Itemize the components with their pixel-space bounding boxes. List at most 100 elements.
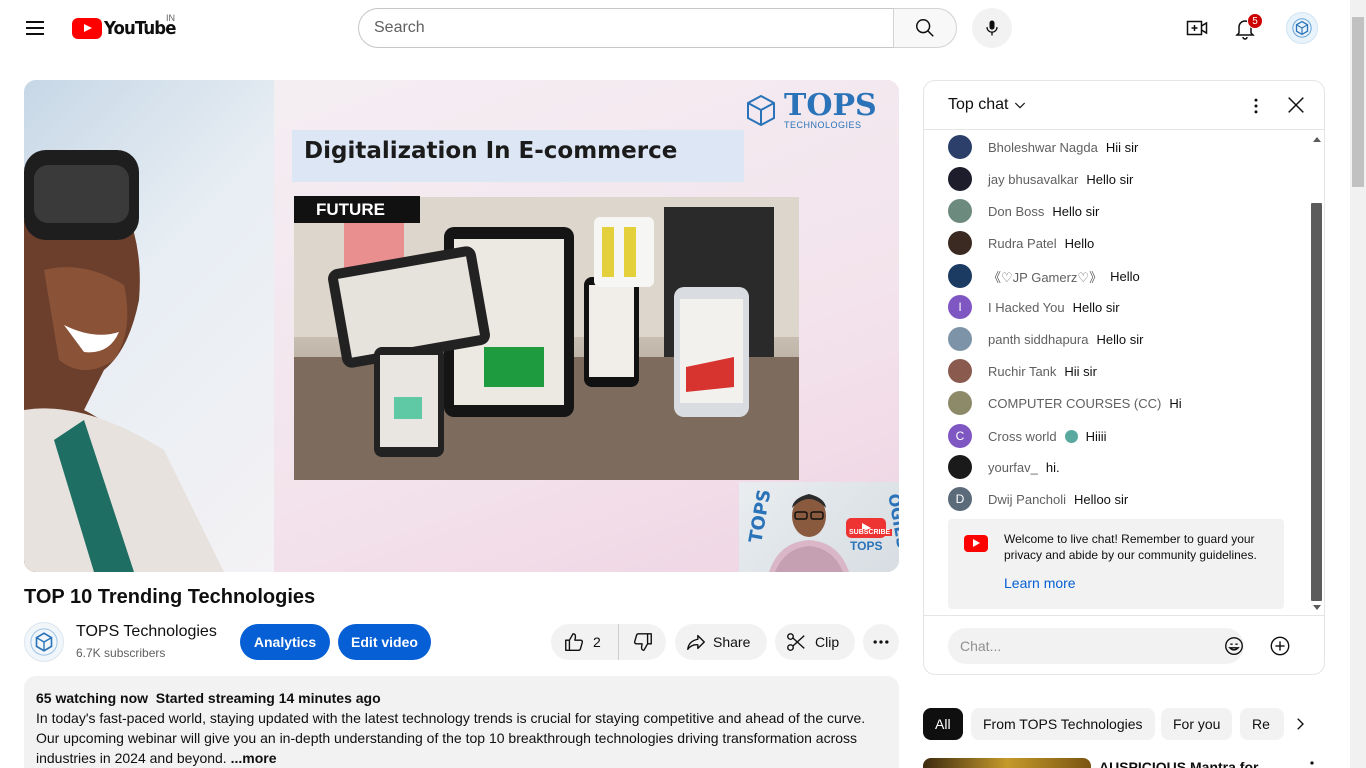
chip-recent[interactable]: Re — [1240, 708, 1284, 740]
chat-input-box[interactable] — [948, 628, 1244, 664]
thumbs-up-icon — [565, 633, 584, 651]
chat-text: Helloo sir — [1074, 491, 1129, 507]
recommended-video-title[interactable]: AUSPICIOUS Mantra for — [1099, 759, 1258, 768]
chat-message: Don Boss Hello sir — [948, 199, 1099, 223]
chat-mode-label: Top chat — [948, 96, 1009, 113]
chat-author[interactable]: Dwij Pancholi — [988, 492, 1066, 507]
slide-tops-logo: TOPS TECHNOLOGIES — [744, 88, 877, 130]
description-more-link[interactable]: ...more — [231, 750, 277, 766]
scroll-down-arrow-icon[interactable] — [1313, 605, 1321, 610]
learn-more-link[interactable]: Learn more — [1004, 575, 1272, 591]
chat-avatar[interactable] — [948, 264, 972, 288]
chat-close-button[interactable] — [1284, 93, 1308, 117]
chat-scrollbar[interactable] — [1309, 131, 1324, 615]
chat-input[interactable] — [960, 638, 1210, 654]
create-video-icon — [1186, 20, 1208, 36]
chat-author[interactable]: Cross world — [988, 429, 1057, 444]
chat-avatar[interactable]: D — [948, 487, 972, 511]
chat-author[interactable]: yourfav_ — [988, 460, 1038, 475]
create-button[interactable] — [1177, 8, 1217, 48]
recommended-video-thumbnail[interactable] — [923, 758, 1091, 768]
chat-avatar[interactable] — [948, 231, 972, 255]
search-input[interactable] — [374, 19, 894, 37]
chat-message: D Dwij Pancholi Helloo sir — [948, 487, 1128, 511]
chat-message: Bholeshwar Nagda Hii sir — [948, 135, 1138, 159]
chip-all[interactable]: All — [923, 708, 963, 740]
plus-circle-icon — [1270, 636, 1290, 656]
chat-author[interactable]: I Hacked You — [988, 300, 1065, 315]
search-button[interactable] — [893, 8, 957, 48]
search-box[interactable] — [358, 8, 894, 48]
account-avatar[interactable] — [1286, 12, 1318, 44]
emoji-icon — [1225, 637, 1243, 655]
svg-text:TOPS: TOPS — [745, 488, 775, 545]
ar-shopping-photo — [294, 197, 799, 480]
chat-text: Hello sir — [1052, 203, 1100, 219]
live-chat-panel: Top chat Bholeshwar Nagda Hii sir jay bh… — [923, 80, 1325, 675]
chip-from-channel[interactable]: From TOPS Technologies — [971, 708, 1155, 740]
menu-icon[interactable] — [24, 16, 48, 40]
youtube-play-icon — [72, 17, 102, 39]
chat-author[interactable]: COMPUTER COURSES (CC) — [988, 396, 1161, 411]
more-actions-button[interactable] — [863, 624, 899, 660]
chat-avatar[interactable] — [948, 391, 972, 415]
chips-next-button[interactable] — [1284, 708, 1316, 740]
chat-avatar[interactable]: I — [948, 295, 972, 319]
subscriber-count: 6.7K subscribers — [76, 646, 166, 660]
notifications-button[interactable]: 5 — [1225, 8, 1265, 48]
presenter-illustration: TOPS OGIES — [745, 488, 899, 572]
stream-start-time: Started streaming 14 minutes ago — [155, 690, 381, 706]
chat-avatar[interactable] — [948, 135, 972, 159]
chat-message-list[interactable]: Bholeshwar Nagda Hii sir jay bhusavalkar… — [924, 131, 1309, 615]
voice-search-button[interactable] — [972, 8, 1012, 48]
chat-avatar[interactable]: C — [948, 424, 972, 448]
channel-name-link[interactable]: TOPS Technologies — [76, 623, 217, 641]
clip-button[interactable]: Clip — [775, 624, 855, 660]
chevron-down-icon — [1015, 102, 1026, 109]
scroll-up-arrow-icon[interactable] — [1313, 137, 1321, 142]
video-player[interactable]: TOPS TECHNOLOGIES Digitalization In E-co… — [24, 80, 899, 572]
channel-avatar[interactable] — [24, 622, 64, 662]
membership-badge-icon — [1064, 429, 1078, 443]
chip-for-you[interactable]: For you — [1161, 708, 1233, 740]
share-button[interactable]: Share — [675, 624, 767, 660]
page-scrollbar[interactable] — [1350, 0, 1366, 768]
clip-label: Clip — [815, 634, 840, 650]
chat-text: Hi — [1169, 395, 1182, 411]
slide-title-box: Digitalization In E-commerce — [292, 130, 744, 182]
chat-avatar[interactable] — [948, 199, 972, 223]
chat-author[interactable]: Bholeshwar Nagda — [988, 140, 1098, 155]
page-scrollbar-thumb[interactable] — [1352, 17, 1364, 187]
more-vertical-icon — [1254, 98, 1258, 114]
chat-avatar[interactable] — [948, 167, 972, 191]
chat-avatar[interactable] — [948, 359, 972, 383]
chat-author[interactable]: Rudra Patel — [988, 236, 1057, 251]
chat-author[interactable]: 《♡JP Gamerz♡》 — [988, 267, 1102, 286]
chat-scrollbar-thumb[interactable] — [1311, 203, 1322, 601]
like-dislike-group: 2 — [551, 624, 666, 660]
chat-author[interactable]: jay bhusavalkar — [988, 172, 1078, 187]
chat-mode-dropdown[interactable]: Top chat — [948, 96, 1028, 114]
emoji-button[interactable] — [1222, 634, 1246, 658]
youtube-icon — [964, 535, 988, 552]
chat-avatar[interactable] — [948, 455, 972, 479]
presenter-webcam-overlay: TOPS OGIES SUBSCRIBE TOPS — [739, 482, 899, 572]
chat-avatar[interactable] — [948, 327, 972, 351]
chat-text: Hello sir — [1096, 331, 1144, 347]
slide-future-tag: FUTURE — [294, 196, 420, 223]
share-icon — [687, 634, 705, 651]
chat-text: hi. — [1045, 459, 1060, 475]
like-button[interactable]: 2 — [551, 624, 619, 660]
chat-text: Hello — [1110, 268, 1140, 284]
chat-author[interactable]: Ruchir Tank — [988, 364, 1056, 379]
edit-video-button[interactable]: Edit video — [338, 624, 431, 660]
analytics-button[interactable]: Analytics — [240, 624, 330, 660]
more-vertical-icon[interactable] — [1304, 760, 1320, 768]
dislike-button[interactable] — [619, 624, 666, 660]
chat-author[interactable]: panth siddhapura — [988, 332, 1088, 347]
chat-author[interactable]: Don Boss — [988, 204, 1044, 219]
slide-brand-text: TOPS — [784, 88, 877, 123]
chat-menu-button[interactable] — [1244, 94, 1268, 118]
description-box[interactable]: 65 watching now Started streaming 14 min… — [24, 676, 899, 768]
chat-add-button[interactable] — [1268, 634, 1292, 658]
